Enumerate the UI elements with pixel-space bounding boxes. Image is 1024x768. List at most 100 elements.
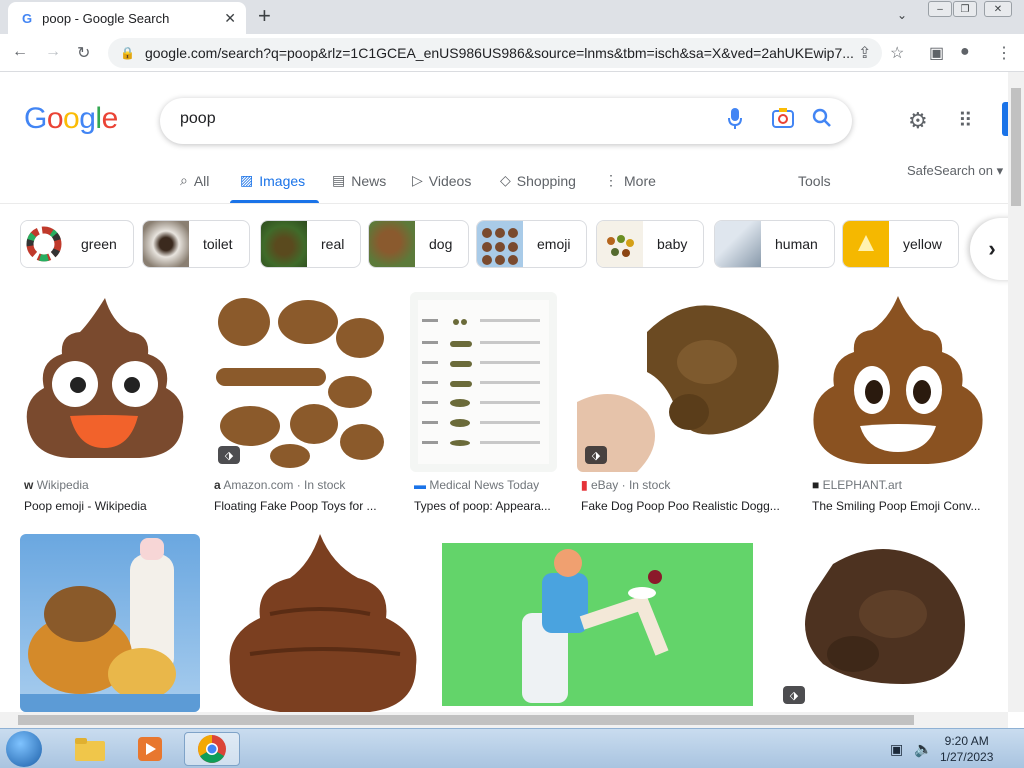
result-source-label: Wikipedia	[36, 478, 89, 492]
result-image-man-on-toilet[interactable]	[442, 543, 753, 706]
image-result[interactable]	[442, 543, 753, 706]
chip-yellow[interactable]: yellow	[842, 220, 959, 268]
google-logo[interactable]: Google	[24, 102, 118, 136]
browser-tab[interactable]: G poop - Google Search ✕	[8, 2, 246, 34]
result-source[interactable]: w Wikipedia	[24, 478, 89, 492]
browser-menu-icon[interactable]: ⋮	[996, 43, 1012, 63]
windows-taskbar: ▣ 🔈 9:20 AM 1/27/2023	[0, 728, 1024, 768]
chip-dog[interactable]: dog	[368, 220, 470, 268]
chip-label: human	[775, 236, 818, 252]
chip-baby[interactable]: baby	[596, 220, 705, 268]
bookmark-star-icon[interactable]: ☆	[890, 43, 904, 63]
tag-icon: ◇	[500, 172, 511, 188]
media-player-icon[interactable]	[122, 732, 178, 766]
news-icon: ▤	[332, 172, 346, 188]
chip-human[interactable]: human	[714, 220, 835, 268]
image-result[interactable]: ⬗ ▮ eBay · In stock Fake Dog Poop Poo Re…	[577, 292, 788, 522]
chip-label: toilet	[203, 236, 233, 252]
tab-all[interactable]: ⌕ All	[180, 172, 209, 189]
chip-thumbnail	[143, 221, 189, 267]
result-source[interactable]: ▮ eBay · In stock	[581, 478, 670, 492]
search-query[interactable]: poop	[180, 110, 216, 128]
start-button-icon[interactable]	[6, 731, 42, 767]
result-image-bristol-stool-chart[interactable]	[410, 292, 557, 472]
vertical-scrollbar[interactable]	[1008, 72, 1024, 712]
microphone-icon[interactable]	[728, 108, 742, 136]
wikipedia-favicon-icon: w	[24, 478, 34, 492]
result-title[interactable]: Types of poop: Appeara...	[414, 499, 551, 513]
search-icon[interactable]	[812, 108, 832, 134]
network-icon[interactable]: ▣	[890, 741, 903, 758]
share-icon[interactable]: ⇪	[858, 43, 871, 63]
result-image-smiling-poop-emoji[interactable]	[808, 292, 988, 472]
image-result[interactable]: ⬗ a Amazon.com · In stock Floating Fake …	[210, 292, 392, 522]
chip-label: green	[81, 236, 117, 252]
close-window-icon[interactable]: ✕	[984, 1, 1012, 17]
chip-thumbnail	[261, 221, 307, 267]
side-panel-icon[interactable]: ▣	[929, 43, 944, 63]
chip-real[interactable]: real	[260, 220, 362, 268]
safesearch-button[interactable]: SafeSearch on ▾	[907, 163, 1003, 179]
result-image-fake-dog-poop[interactable]	[577, 292, 788, 472]
safesearch-label: SafeSearch on	[907, 163, 994, 178]
image-result[interactable]	[220, 534, 422, 712]
volume-icon[interactable]: 🔈	[914, 740, 933, 758]
kebab-icon: ⋮	[604, 172, 618, 188]
tab-images[interactable]: ▨ Images	[240, 172, 305, 189]
camera-lens-icon[interactable]	[772, 108, 794, 134]
image-result[interactable]: ⬗	[773, 534, 987, 712]
result-title[interactable]: Fake Dog Poop Poo Realistic Dogg...	[581, 499, 780, 513]
image-result[interactable]: w Wikipedia Poop emoji - Wikipedia	[20, 292, 190, 522]
tab-shopping[interactable]: ◇ Shopping	[500, 172, 576, 189]
amazon-favicon-icon: a	[214, 478, 221, 492]
search-box[interactable]: poop	[160, 98, 852, 144]
minimize-icon[interactable]: ‒	[928, 1, 952, 17]
profile-icon[interactable]: ●	[960, 43, 970, 61]
image-result[interactable]: ■ ELEPHANT.art The Smiling Poop Emoji Co…	[808, 292, 988, 522]
apps-grid-icon[interactable]: ⠿	[958, 108, 973, 133]
back-icon[interactable]: ←	[12, 43, 28, 61]
reload-icon[interactable]: ↻	[77, 43, 90, 63]
chrome-taskbar-icon[interactable]	[184, 732, 240, 766]
tab-search-chevron-icon[interactable]: ⌄	[897, 8, 907, 22]
ebay-favicon-icon: ▮	[581, 478, 588, 492]
browser-toolbar: ← → ↻ 🔒 google.com/search?q=poop&rlz=1C1…	[0, 34, 1024, 72]
new-tab-icon[interactable]: +	[258, 5, 271, 27]
system-clock[interactable]: 9:20 AM 1/27/2023	[940, 733, 993, 765]
chip-toilet[interactable]: toilet	[142, 220, 250, 268]
result-image-brown-swirl[interactable]	[220, 534, 422, 712]
result-image-realistic-poop[interactable]	[773, 534, 987, 712]
image-result[interactable]	[20, 534, 200, 712]
result-image-fake-poop-toys[interactable]	[210, 292, 392, 472]
result-source[interactable]: ■ ELEPHANT.art	[812, 478, 902, 492]
tools-button[interactable]: Tools	[798, 173, 831, 189]
result-image-poop-emoji[interactable]	[20, 292, 190, 472]
chip-emoji[interactable]: emoji	[476, 220, 588, 268]
result-title[interactable]: The Smiling Poop Emoji Conv...	[812, 499, 981, 513]
chip-label: real	[321, 236, 345, 252]
file-explorer-icon[interactable]	[62, 732, 118, 766]
horizontal-scroll-thumb[interactable]	[18, 715, 914, 725]
result-image-poop-family-figurines[interactable]	[20, 534, 200, 712]
restore-icon[interactable]: ❐	[953, 1, 977, 17]
tab-title: poop - Google Search	[42, 10, 170, 26]
tab-news[interactable]: ▤ News	[332, 172, 386, 189]
chip-green[interactable]: green	[20, 220, 134, 268]
image-result[interactable]: ▬ Medical News Today Types of poop: Appe…	[410, 292, 557, 522]
horizontal-scrollbar[interactable]	[0, 712, 1008, 728]
tab-more[interactable]: ⋮ More	[604, 172, 656, 189]
tab-label: News	[351, 172, 387, 189]
tab-videos[interactable]: ▷ Videos	[412, 172, 471, 189]
result-source[interactable]: a Amazon.com · In stock	[214, 478, 345, 492]
forward-icon[interactable]: →	[45, 43, 61, 61]
result-title[interactable]: Floating Fake Poop Toys for ...	[214, 499, 377, 513]
result-source[interactable]: ▬ Medical News Today	[414, 478, 539, 492]
close-tab-icon[interactable]: ✕	[224, 10, 236, 27]
vertical-scroll-thumb[interactable]	[1011, 88, 1021, 206]
settings-gear-icon[interactable]: ⚙	[908, 108, 928, 134]
result-title[interactable]: Poop emoji - Wikipedia	[24, 499, 147, 513]
clock-time: 9:20 AM	[944, 734, 989, 748]
caret-down-icon: ▾	[996, 163, 1004, 178]
address-bar[interactable]: 🔒 google.com/search?q=poop&rlz=1C1GCEA_e…	[108, 38, 882, 68]
chip-label: dog	[429, 236, 453, 252]
